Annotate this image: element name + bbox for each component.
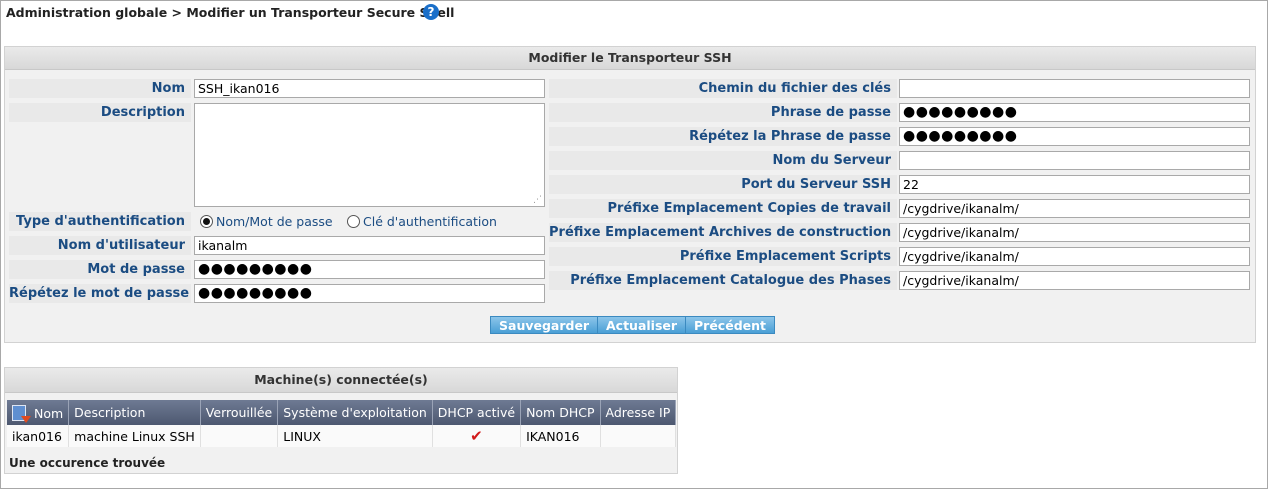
column-dhcp-name[interactable]: Nom DHCP xyxy=(520,400,601,425)
server-name-field[interactable] xyxy=(899,151,1250,170)
form-title: Modifier le Transporteur SSH xyxy=(5,47,1255,70)
column-locked[interactable]: Verrouillée xyxy=(200,400,279,425)
cell-os: LINUX xyxy=(277,425,433,447)
prefix-workcopies-field[interactable]: /cygdrive/ikanalm/ xyxy=(899,199,1250,218)
back-button[interactable]: Précédent xyxy=(685,316,775,334)
auth-option-key[interactable]: Clé d'authentification xyxy=(347,212,497,231)
prefix-archives-field[interactable]: /cygdrive/ikanalm/ xyxy=(899,223,1250,242)
column-name-label: Nom xyxy=(33,405,64,421)
prefix-scripts-label: Préfixe Emplacement Scripts xyxy=(549,247,897,266)
table-header-row: Nom Description Verrouillée Système d'ex… xyxy=(7,400,677,425)
key-path-label: Chemin du fichier des clés xyxy=(549,79,897,98)
cell-description: machine Linux SSH xyxy=(68,425,201,447)
breadcrumb: Administration globale > Modifier un Tra… xyxy=(6,5,455,20)
passphrase-repeat-field[interactable]: ●●●●●●●●● xyxy=(899,127,1250,146)
password-field[interactable]: ●●●●●●●●● xyxy=(194,260,545,279)
help-icon[interactable]: ? xyxy=(423,4,439,20)
prefix-catalog-field[interactable]: /cygdrive/ikanalm/ xyxy=(899,271,1250,290)
column-os[interactable]: Système d'exploitation xyxy=(277,400,433,425)
name-label: Nom xyxy=(9,79,191,98)
description-textarea[interactable]: ⋰ xyxy=(194,103,545,207)
export-icon[interactable] xyxy=(12,404,31,423)
cell-dhcp: ✔ xyxy=(432,425,522,447)
server-name-label: Nom du Serveur xyxy=(549,151,897,170)
radio-checked-icon[interactable] xyxy=(200,215,213,228)
password-label: Mot de passe xyxy=(9,260,191,279)
column-dhcp[interactable]: DHCP activé xyxy=(432,400,522,425)
password-repeat-field[interactable]: ●●●●●●●●● xyxy=(194,284,545,303)
table-row[interactable]: ikan016 machine Linux SSH LINUX ✔ IKAN01… xyxy=(7,425,677,447)
passphrase-repeat-label: Répétez la Phrase de passe xyxy=(549,127,897,146)
cell-ip xyxy=(600,425,677,447)
results-count: Une occurence trouvée xyxy=(9,456,166,470)
username-field[interactable]: ikanalm xyxy=(194,236,545,255)
auth-type-label: Type d'authentification xyxy=(9,212,191,231)
ssh-port-label: Port du Serveur SSH xyxy=(549,175,897,194)
cell-locked xyxy=(200,425,279,447)
name-field[interactable]: SSH_ikan016 xyxy=(194,79,545,98)
ssh-port-field[interactable]: 22 xyxy=(899,175,1250,194)
auth-option-password[interactable]: Nom/Mot de passe xyxy=(200,212,333,231)
column-ip[interactable]: Adresse IP xyxy=(600,400,677,425)
auth-option-password-label: Nom/Mot de passe xyxy=(216,214,333,229)
radio-unchecked-icon[interactable] xyxy=(347,215,360,228)
machines-table: Nom Description Verrouillée Système d'ex… xyxy=(7,400,677,447)
password-repeat-label: Répétez le mot de passe xyxy=(9,284,191,303)
prefix-archives-label: Préfixe Emplacement Archives de construc… xyxy=(549,223,897,242)
prefix-workcopies-label: Préfixe Emplacement Copies de travail xyxy=(549,199,897,218)
prefix-catalog-label: Préfixe Emplacement Catalogue des Phases xyxy=(549,271,897,290)
key-path-field[interactable] xyxy=(899,79,1250,98)
cell-dhcp-name: IKAN016 xyxy=(520,425,601,447)
save-button[interactable]: Sauvegarder xyxy=(490,316,599,334)
machines-title: Machine(s) connectée(s) xyxy=(5,368,677,393)
description-label: Description xyxy=(9,103,191,122)
column-name[interactable]: Nom xyxy=(7,400,70,425)
passphrase-field[interactable]: ●●●●●●●●● xyxy=(899,103,1250,122)
refresh-button[interactable]: Actualiser xyxy=(597,316,687,334)
cell-name[interactable]: ikan016 xyxy=(7,425,70,447)
auth-option-key-label: Clé d'authentification xyxy=(363,214,497,229)
column-description[interactable]: Description xyxy=(68,400,201,425)
checkmark-icon: ✔ xyxy=(470,427,483,445)
passphrase-label: Phrase de passe xyxy=(549,103,897,122)
username-label: Nom d'utilisateur xyxy=(9,236,191,255)
prefix-scripts-field[interactable]: /cygdrive/ikanalm/ xyxy=(899,247,1250,266)
resize-handle-icon[interactable]: ⋰ xyxy=(533,196,542,205)
